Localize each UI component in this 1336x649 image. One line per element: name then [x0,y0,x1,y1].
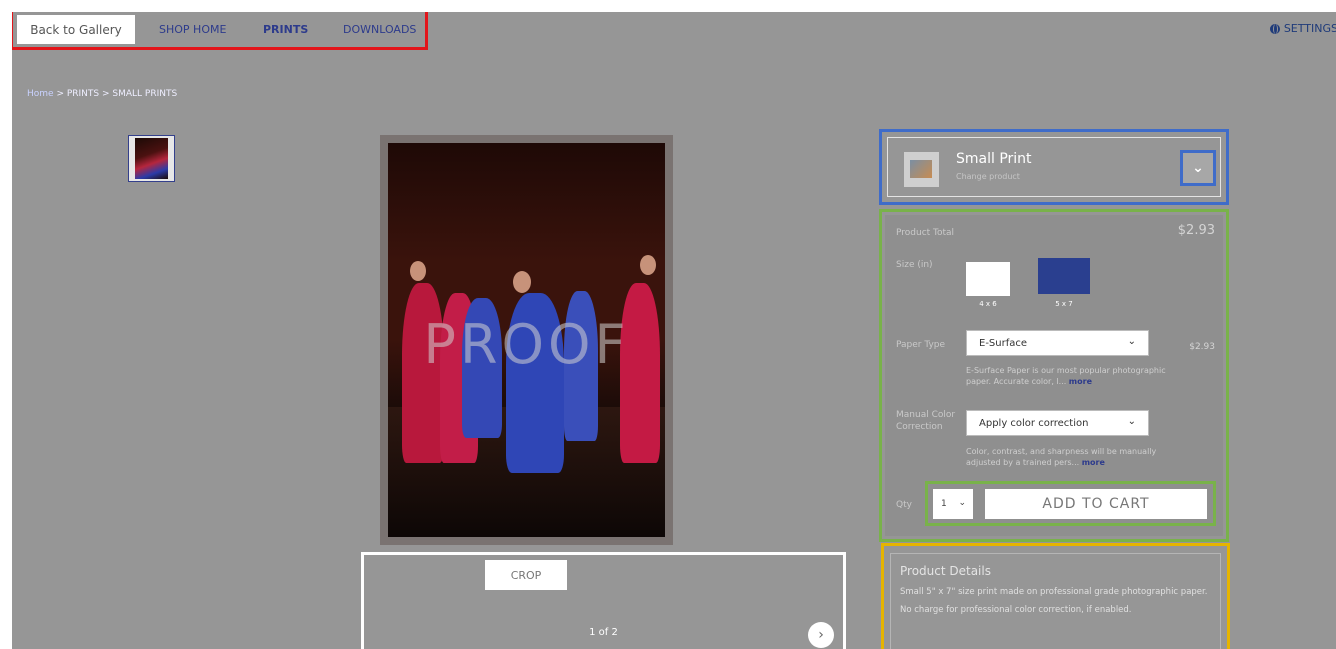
settings-label: SETTINGS [1283,22,1336,35]
product-selector[interactable]: Small Print Change product ⌄ [879,129,1229,205]
photo-thumbnail[interactable] [128,135,175,182]
paper-type-select[interactable]: E-Surface ⌄ [966,330,1149,356]
chevron-down-icon: ⌄ [1127,416,1136,427]
color-correction-description: Color, contrast, and sharpness will be m… [966,446,1166,468]
paper-description-text: E-Surface Paper is our most popular phot… [966,366,1166,386]
color-correction-label-line: Correction [896,422,943,432]
paper-price: $2.93 [1189,342,1215,352]
product-dropdown-button[interactable]: ⌄ [1180,150,1216,186]
product-card: Small Print Change product ⌄ [887,137,1221,197]
chevron-down-icon: ⌄ [1192,160,1204,176]
paper-type-label: Paper Type [896,340,946,350]
product-details-title: Product Details [900,564,991,578]
chevron-down-icon: ⌄ [958,498,966,508]
breadcrumb-separator: > [99,89,113,99]
breadcrumb-prints[interactable]: PRINTS [67,89,99,99]
breadcrumb-home[interactable]: Home [27,89,54,99]
add-to-cart-button[interactable]: ADD TO CART [985,489,1207,519]
proof-watermark: PROOF [423,313,630,376]
dancer-head [513,271,531,293]
back-to-gallery-button[interactable]: Back to Gallery [17,15,135,44]
photo-preview: PROOF [380,135,673,545]
paper-more-link[interactable]: more [1069,377,1092,386]
quantity-value: 1 [941,499,947,509]
globe-icon [1269,23,1280,34]
size-option-label: 5 x 7 [1055,300,1073,308]
product-image [904,152,939,187]
quantity-select[interactable]: 1 ⌄ [933,489,973,519]
thumbnail-image [135,138,168,179]
product-total-value: $2.93 [1177,223,1215,238]
color-correction-label-line: Manual Color [896,410,956,420]
size-option-4x6[interactable] [966,262,1010,296]
breadcrumb: Home > PRINTS > SMALL PRINTS [27,89,177,99]
dance-photo: PROOF [388,143,665,537]
crop-button[interactable]: CROP [485,560,567,590]
color-correction-description-text: Color, contrast, and sharpness will be m… [966,447,1157,467]
page-indicator: 1 of 2 [589,627,618,638]
size-option-5x7[interactable] [1038,258,1090,294]
top-navigation: Back to Gallery SHOP HOME PRINTS DOWNLOA… [12,12,428,50]
dancer-head [410,261,426,281]
dancer-head [640,255,656,275]
nav-downloads[interactable]: DOWNLOADS [343,23,416,36]
product-total-label: Product Total [896,228,955,238]
product-details-panel: Product Details Small 5" x 7" size print… [881,543,1230,649]
paper-description: E-Surface Paper is our most popular phot… [966,365,1166,387]
settings-link[interactable]: SETTINGS [1269,22,1336,35]
nav-prints[interactable]: PRINTS [263,23,308,36]
product-options-panel: Product Total $2.93 Size (in) 4 x 6 5 x … [879,209,1229,542]
product-details-line: Small 5" x 7" size print made on profess… [900,587,1208,597]
chevron-right-icon: › [818,627,824,643]
product-details-line: No charge for professional color correct… [900,605,1132,615]
color-correction-value: Apply color correction [979,417,1089,429]
size-label: Size (in) [896,260,933,270]
nav-shop-home[interactable]: SHOP HOME [159,23,226,36]
qty-and-cart: 1 ⌄ ADD TO CART [925,481,1216,526]
crop-panel: CROP 1 of 2 › [361,552,846,649]
product-details-box: Product Details Small 5" x 7" size print… [890,553,1221,649]
color-correction-select[interactable]: Apply color correction ⌄ [966,410,1149,436]
qty-label: Qty [896,500,912,510]
next-photo-button[interactable]: › [808,622,834,648]
color-correction-label: Manual Color Correction [896,409,955,433]
chevron-down-icon: ⌄ [1127,336,1136,347]
size-option-label: 4 x 6 [979,300,997,308]
breadcrumb-current: SMALL PRINTS [112,89,178,99]
product-details-text: Small 5" x 7" size print made on profess… [900,586,1214,617]
paper-type-value: E-Surface [979,337,1028,349]
change-product-link[interactable]: Change product [956,172,1020,181]
product-name: Small Print [956,151,1032,167]
color-correction-more-link[interactable]: more [1082,458,1105,467]
options-body: Product Total $2.93 Size (in) 4 x 6 5 x … [885,215,1223,536]
shop-page: Back to Gallery SHOP HOME PRINTS DOWNLOA… [12,12,1336,649]
breadcrumb-separator: > [53,89,67,99]
